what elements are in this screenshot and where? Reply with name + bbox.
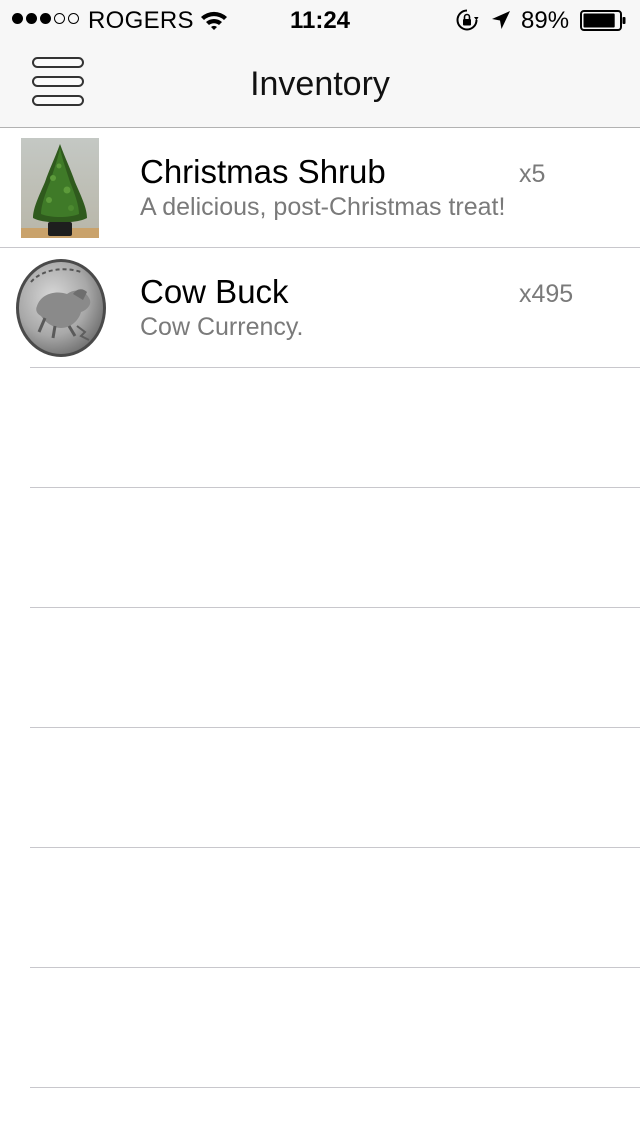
empty-row [0,968,640,1088]
empty-row [0,488,640,608]
item-description: Cow Currency. [140,313,304,341]
status-bar: ROGERS 11:24 89% [0,0,640,40]
empty-row [0,848,640,968]
empty-row [0,368,640,488]
item-name: Cow Buck [140,273,289,310]
item-description: A delicious, post-Christmas treat! [140,193,506,221]
navigation-bar: Inventory [0,40,640,128]
battery-icon [580,10,626,31]
inventory-item-cow-buck[interactable]: Cow Buck Cow Currency. x495 [0,248,640,368]
screen: ROGERS 11:24 89% Inventory Christmas Shr… [0,0,640,1136]
coin-image [15,258,108,358]
empty-row [0,608,640,728]
empty-row [0,728,640,848]
location-arrow-icon [492,11,510,29]
inventory-list: Christmas Shrub A delicious, post-Christ… [0,128,640,1088]
row-separator [30,1087,640,1088]
item-quantity: x495 [519,280,574,308]
page-title: Inventory [250,65,390,103]
battery-percent: 89% [521,7,570,34]
rotation-lock-icon [456,9,479,31]
item-quantity: x5 [519,160,546,188]
christmas-tree-image [21,138,99,238]
item-name: Christmas Shrub [140,153,386,190]
inventory-item-christmas-shrub[interactable]: Christmas Shrub A delicious, post-Christ… [0,128,640,248]
